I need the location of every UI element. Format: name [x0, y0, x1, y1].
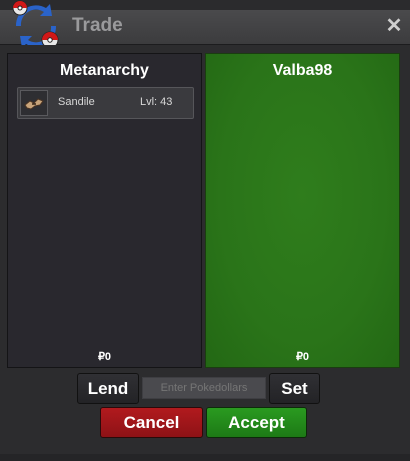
my-money-amount: ₽0	[97, 351, 112, 363]
bottom-divider	[0, 454, 410, 461]
offered-pokemon-item[interactable]: Sandile Lvl: 43	[17, 87, 194, 119]
close-icon[interactable]: ✕	[384, 15, 404, 37]
set-button[interactable]: Set	[269, 373, 320, 404]
trade-body: Metanarchy Sandile Lvl: 43 ₽0 Valba98 ₽0…	[0, 45, 410, 461]
pokemon-name: Sandile	[58, 96, 95, 108]
cancel-button[interactable]: Cancel	[100, 407, 203, 438]
sandile-icon	[20, 90, 48, 116]
my-offer-panel: Metanarchy Sandile Lvl: 43 ₽0	[7, 53, 202, 368]
pokedollars-input[interactable]	[142, 377, 266, 399]
partner-money-amount: ₽0	[295, 351, 310, 363]
my-player-name: Metanarchy	[60, 62, 149, 79]
lend-button[interactable]: Lend	[77, 373, 139, 404]
pokemon-level: Lvl: 43	[140, 96, 173, 108]
accept-button[interactable]: Accept	[206, 407, 307, 438]
partner-player-name: Valba98	[272, 62, 333, 79]
partner-offer-panel: Valba98 ₽0	[205, 53, 400, 368]
window-title: Trade	[72, 15, 123, 36]
trade-window: Trade ✕ Metanarchy Sandile Lvl: 43 ₽0 Va…	[0, 0, 410, 461]
